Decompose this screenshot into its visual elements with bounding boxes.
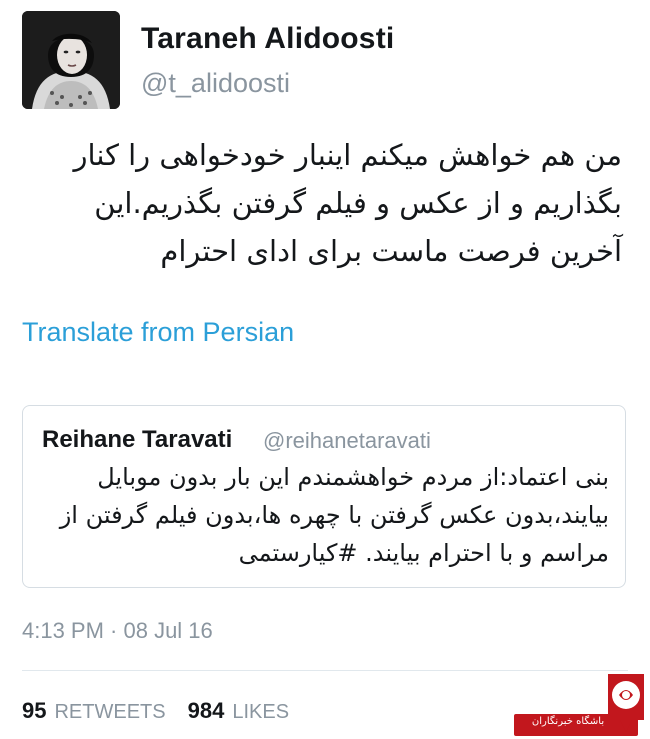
- tweet-text-line: آخرین فرصت ماست برای ادای احترام: [160, 234, 622, 268]
- quoted-text-line: مراسم و با احترام بیایند. #کیارستمی: [238, 539, 609, 567]
- quoted-tweet-card[interactable]: Reihane Taravati @reihanetaravati بنی اع…: [22, 405, 626, 588]
- author-avatar[interactable]: [22, 11, 120, 109]
- watermark-logo: باشگاه خبرنگاران: [514, 664, 650, 739]
- quoted-text-line: بنی اعتماد:از مردم خواهشمندم این بار بدو…: [97, 463, 609, 491]
- author-handle[interactable]: @t_alidoosti: [141, 68, 290, 99]
- author-display-name[interactable]: Taraneh Alidoosti: [141, 22, 394, 56]
- news-agency-logo-icon: [608, 674, 644, 732]
- tweet-text-line: بگذاریم و از عکس و فیلم گرفتن بگذریم.این: [94, 186, 622, 220]
- tweet-stats: 95 RETWEETS 984 LIKES: [22, 698, 311, 724]
- profile-photo-icon: [22, 11, 120, 109]
- retweets-label: RETWEETS: [54, 701, 166, 723]
- retweets-stat[interactable]: 95 RETWEETS: [22, 698, 166, 724]
- quoted-text-line: بیایند،بدون عکس گرفتن با چهره ها،بدون فی…: [59, 501, 609, 529]
- likes-label: LIKES: [232, 701, 290, 723]
- tweet-text: من هم خواهش میکنم اینبار خودخواهی را کنا…: [18, 131, 623, 275]
- retweets-count: 95: [22, 698, 47, 723]
- translate-link[interactable]: Translate from Persian: [22, 317, 294, 348]
- quoted-author-name: Reihane Taravati: [42, 426, 233, 453]
- likes-stat[interactable]: 984 LIKES: [188, 698, 289, 724]
- tweet-text-line: من هم خواهش میکنم اینبار خودخواهی را کنا…: [73, 138, 623, 172]
- quoted-author-handle: @reihanetaravati: [263, 428, 431, 453]
- tweet-timestamp[interactable]: 4:13 PM · 08 Jul 16: [22, 618, 213, 644]
- likes-count: 984: [187, 698, 225, 723]
- quoted-tweet-text: بنی اعتماد:از مردم خواهشمندم این بار بدو…: [37, 458, 609, 572]
- tweet-screenshot: Taraneh Alidoosti @t_alidoosti من هم خوا…: [0, 0, 650, 739]
